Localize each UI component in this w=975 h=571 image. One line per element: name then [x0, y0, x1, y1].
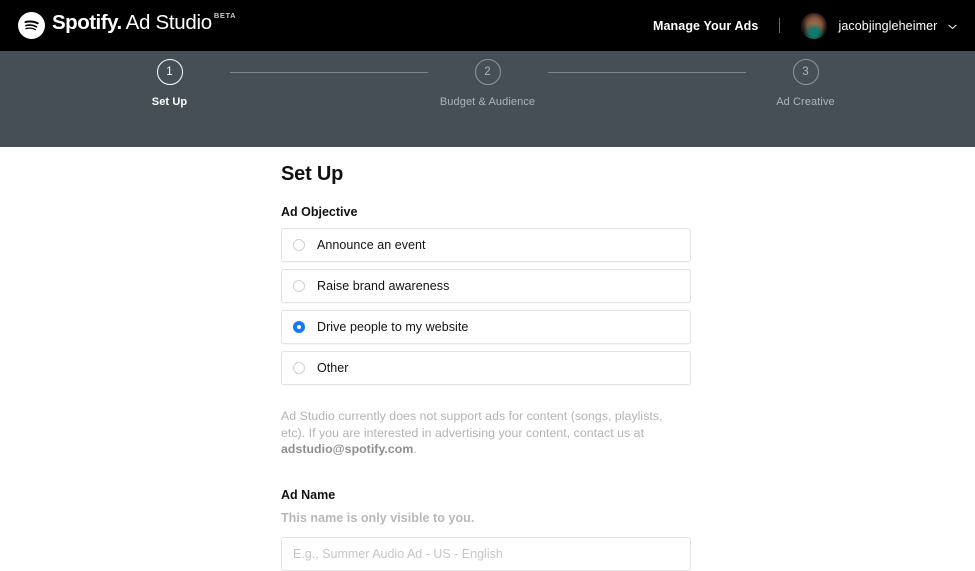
main-content: Set Up Ad Objective Announce an event Ra…: [0, 147, 975, 571]
ad-name-sub-note: This name is only visible to you.: [281, 510, 475, 525]
step-1-label: Set Up: [151, 96, 188, 108]
option-label: Raise brand awareness: [317, 279, 450, 293]
top-navigation-bar: Spotify. Ad Studio BETA Manage Your Ads …: [0, 0, 975, 51]
stepper-connector-2-3: [547, 71, 746, 73]
step-3-circle: 3: [792, 59, 819, 85]
stepper-step-3[interactable]: 3 Ad Creative: [746, 59, 866, 108]
manage-your-ads-link[interactable]: Manage Your Ads: [653, 19, 758, 33]
ad-objective-helper-text: Ad Studio currently does not support ads…: [281, 408, 685, 458]
beta-badge: BETA: [213, 11, 237, 20]
chevron-down-icon: [948, 19, 957, 33]
spotify-logo-icon: [18, 12, 45, 39]
ad-objective-radio-group: Announce an event Raise brand awareness …: [281, 228, 691, 385]
brand-word-adstudio: Ad Studio: [125, 11, 213, 34]
stepper-connector-1-2: [229, 71, 428, 73]
nav-right-cluster: Manage Your Ads jacobjingleheimer: [653, 0, 957, 51]
progress-stepper-band: 1 Set Up 2 Budget & Audience 3 Ad Creati…: [0, 51, 975, 147]
avatar[interactable]: [801, 12, 828, 39]
account-menu-button[interactable]: jacobjingleheimer: [838, 19, 957, 33]
ad-objective-label: Ad Objective: [281, 205, 358, 219]
option-label: Other: [317, 361, 349, 375]
support-email-link[interactable]: adstudio@spotify.com: [281, 442, 413, 456]
ad-name-label: Ad Name: [281, 487, 336, 502]
ad-objective-option-announce-an-event[interactable]: Announce an event: [281, 228, 691, 262]
option-label: Announce an event: [317, 238, 426, 252]
avatar-image: [801, 12, 828, 39]
ad-name-block: Ad Name This name is only visible to you…: [281, 488, 975, 571]
ad-name-input[interactable]: [281, 536, 691, 571]
brand-wordmark: Spotify. Ad Studio BETA: [52, 11, 236, 35]
helper-text-lead: Ad Studio currently does not support ads…: [281, 409, 663, 440]
ad-objective-option-drive-people-to-my-website[interactable]: Drive people to my website: [281, 310, 691, 344]
step-3-label: Ad Creative: [776, 96, 835, 108]
step-2-circle: 2: [474, 59, 501, 85]
nav-divider: [779, 18, 781, 33]
account-username-label: jacobjingleheimer: [838, 18, 938, 33]
step-1-circle: 1: [156, 59, 183, 85]
ad-objective-option-raise-brand-awareness[interactable]: Raise brand awareness: [281, 269, 691, 303]
radio-icon[interactable]: [293, 239, 305, 251]
ad-objective-option-other[interactable]: Other: [281, 351, 691, 385]
helper-text-trail: .: [413, 442, 417, 456]
radio-icon-selected[interactable]: [293, 321, 305, 333]
page-title: Set Up: [281, 163, 344, 185]
brand-word-spotify: Spotify.: [52, 11, 122, 34]
radio-icon[interactable]: [293, 280, 305, 292]
option-label: Drive people to my website: [317, 320, 469, 334]
step-2-label: Budget & Audience: [439, 96, 536, 108]
stepper-step-1[interactable]: 1 Set Up: [110, 59, 230, 108]
radio-icon[interactable]: [293, 362, 305, 374]
stepper-step-2[interactable]: 2 Budget & Audience: [428, 59, 548, 108]
progress-stepper: 1 Set Up 2 Budget & Audience 3 Ad Creati…: [0, 51, 975, 147]
brand-logo[interactable]: Spotify. Ad Studio BETA: [18, 0, 236, 51]
